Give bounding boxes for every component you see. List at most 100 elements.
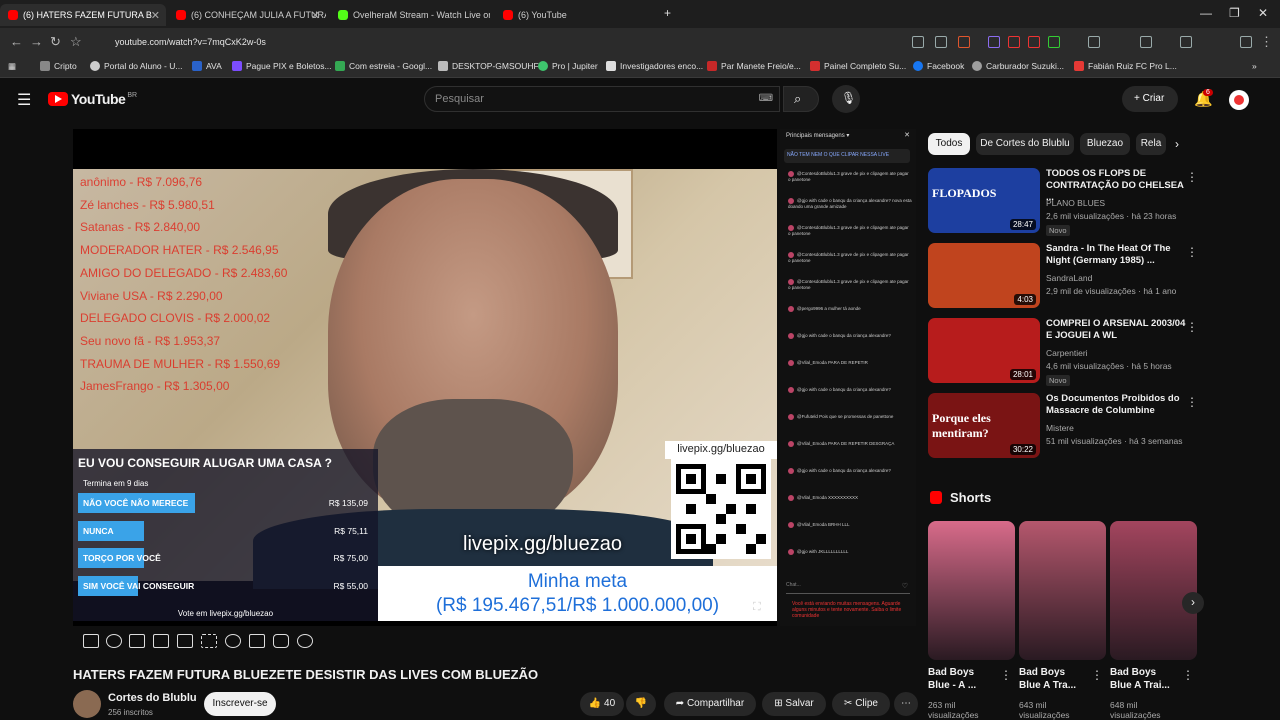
clip-button[interactable]: ✂ Clipe: [832, 692, 890, 716]
more-options-icon[interactable]: ⋮: [1182, 668, 1194, 682]
create-button[interactable]: + Criar: [1122, 86, 1178, 112]
shorts-next-button[interactable]: ›: [1182, 592, 1204, 614]
speed-icon[interactable]: [225, 634, 241, 648]
keyboard-icon[interactable]: ⌨: [759, 93, 773, 104]
save-button[interactable]: ⊞ Salvar: [762, 692, 826, 716]
extension-icon[interactable]: [1048, 36, 1060, 48]
tab-1[interactable]: (6) HATERS FAZEM FUTURA B ✕: [0, 4, 166, 26]
download-icon[interactable]: [1140, 36, 1152, 48]
channel-avatar[interactable]: [73, 690, 101, 718]
chip-bluezao[interactable]: Bluezao: [1080, 133, 1130, 155]
forward-icon[interactable]: →: [30, 34, 43, 49]
video-thumbnail[interactable]: 28:01: [928, 318, 1040, 383]
subscribe-button[interactable]: Inscrever-se: [204, 692, 276, 716]
settings-gear-icon[interactable]: [297, 634, 313, 648]
more-options-icon[interactable]: ⋮: [1186, 245, 1198, 259]
new-tab-icon[interactable]: +: [664, 6, 671, 20]
extensions-icon[interactable]: [1088, 36, 1100, 48]
recommended-title[interactable]: Sandra - In The Heat Of The Night (Germa…: [1046, 243, 1186, 267]
video-thumbnail[interactable]: Porque eles mentiram? 30:22: [928, 393, 1040, 458]
heart-icon[interactable]: ♡: [902, 582, 908, 590]
film-icon[interactable]: [153, 634, 169, 648]
short-thumbnail[interactable]: [928, 521, 1015, 660]
close-tab-icon[interactable]: ✕: [311, 9, 320, 22]
like-button[interactable]: 👍 40: [580, 692, 624, 716]
more-options-icon[interactable]: ⋮: [1186, 395, 1198, 409]
reload-icon[interactable]: ↻: [50, 34, 61, 50]
subtitles-icon[interactable]: [129, 634, 145, 648]
bookmark-portal[interactable]: Portal do Aluno - U...: [90, 61, 182, 71]
close-chat-icon[interactable]: ✕: [904, 131, 910, 139]
video-thumbnail[interactable]: FLOPADOS 28:47: [928, 168, 1040, 233]
bookmark-painel[interactable]: Painel Completo Su...: [810, 61, 906, 71]
crop-icon[interactable]: [201, 634, 217, 648]
short-thumbnail[interactable]: [1019, 521, 1106, 660]
video-thumbnail[interactable]: 4:03: [928, 243, 1040, 308]
recommended-title[interactable]: Os Documentos Proibidos do Massacre de C…: [1046, 393, 1186, 417]
menu-icon[interactable]: ⋮: [1260, 34, 1273, 50]
more-actions-button[interactable]: ⋯: [894, 692, 918, 716]
close-window-icon[interactable]: ✕: [1258, 6, 1268, 20]
dislike-button[interactable]: 👎: [626, 692, 656, 716]
maximize-icon[interactable]: ❐: [1229, 6, 1240, 20]
voice-search-button[interactable]: 🎙: [832, 85, 860, 113]
recommended-title[interactable]: COMPREI O ARSENAL 2003/04 E JOGUEI A WL: [1046, 318, 1186, 342]
bookmark-fabian[interactable]: Fabián Ruiz FC Pro L...: [1074, 61, 1177, 71]
more-options-icon[interactable]: ⋮: [1091, 668, 1103, 682]
add-icon[interactable]: [249, 634, 265, 648]
hamburger-menu-icon[interactable]: ☰: [17, 90, 31, 110]
bookmark-jupiter[interactable]: Pro | Jupiter: [538, 61, 598, 71]
chip-related[interactable]: Rela: [1136, 133, 1166, 155]
short-thumbnail[interactable]: [1110, 521, 1197, 660]
screenshot-icon[interactable]: [273, 634, 289, 648]
more-options-icon[interactable]: ⋮: [1000, 668, 1012, 682]
more-options-icon[interactable]: ⋮: [1186, 170, 1198, 184]
recommended-channel[interactable]: Mistere: [1046, 423, 1074, 433]
more-bookmarks-icon[interactable]: »: [1252, 61, 1257, 71]
share-icon[interactable]: [935, 36, 947, 48]
recommended-channel[interactable]: Carpentieri: [1046, 348, 1088, 358]
recommended-video[interactable]: FLOPADOS 28:47 TODOS OS FLOPS DE CONTRATAÇ…: [928, 168, 1198, 236]
avatar[interactable]: [1229, 90, 1249, 110]
cast-icon[interactable]: [912, 36, 924, 48]
short-title[interactable]: Bad Boys Blue A Trai...: [1110, 666, 1180, 692]
close-tab-icon[interactable]: ✕: [151, 9, 160, 22]
chip-todos[interactable]: Todos: [928, 133, 970, 155]
recommended-video[interactable]: 28:01 COMPREI O ARSENAL 2003/04 E JOGUEI …: [928, 318, 1198, 386]
tab-3[interactable]: OvelheraM Stream - Watch Live on K: [330, 4, 490, 26]
more-options-icon[interactable]: ⋮: [1186, 320, 1198, 334]
chat-mode-label[interactable]: Principais mensagens: [786, 133, 845, 139]
bookmark-desktop[interactable]: DESKTOP-GMSOUHF: [438, 61, 539, 71]
fullscreen-icon[interactable]: ⛶: [753, 601, 761, 614]
chat-input[interactable]: Chat... ♡: [786, 582, 910, 594]
extension-icon[interactable]: [1028, 36, 1040, 48]
youtube-logo[interactable]: YouTube BR: [48, 91, 137, 107]
search-input[interactable]: Pesquisar ⌨: [424, 86, 780, 112]
short-title[interactable]: Bad Boys Blue - A ...: [928, 666, 998, 692]
loop-icon[interactable]: [83, 634, 99, 648]
bookmark-manete[interactable]: Par Manete Freio/e...: [707, 61, 801, 71]
bookmark-investigadores[interactable]: Investigadores enco...: [606, 61, 703, 71]
sidebar-icon[interactable]: [1180, 36, 1192, 48]
url-field[interactable]: youtube.com/watch?v=7mqCxK2w-0s: [90, 32, 890, 52]
bookmark-facebook[interactable]: Facebook: [913, 61, 964, 71]
audio-icon[interactable]: [106, 634, 122, 648]
bookmark-ava[interactable]: AVA: [192, 61, 222, 71]
extension-icon[interactable]: [988, 36, 1000, 48]
bookmark-carburador[interactable]: Carburador Suzuki...: [972, 61, 1064, 71]
bookmark-google[interactable]: Com estreia - Googl...: [335, 61, 432, 71]
search-button[interactable]: ⌕: [783, 86, 819, 112]
short-title[interactable]: Bad Boys Blue A Tra...: [1019, 666, 1089, 692]
back-icon[interactable]: ←: [10, 34, 23, 49]
minimize-icon[interactable]: —: [1200, 6, 1212, 20]
apps-icon[interactable]: ▦: [8, 61, 16, 72]
chevron-right-icon[interactable]: ›: [1175, 137, 1179, 151]
bookmark-pix[interactable]: Pague PIX e Boletos...: [232, 61, 332, 71]
bookmark-icon[interactable]: ☆: [70, 34, 82, 50]
brave-shield-icon[interactable]: [958, 36, 970, 48]
extension-icon[interactable]: [1008, 36, 1020, 48]
tab-2[interactable]: (6) CONHEÇAM JULIA A FUTURA ✕: [168, 4, 326, 26]
pip-icon[interactable]: [177, 634, 193, 648]
tab-4[interactable]: (6) YouTube: [495, 4, 655, 26]
share-button[interactable]: ➦ Compartilhar: [664, 692, 756, 716]
